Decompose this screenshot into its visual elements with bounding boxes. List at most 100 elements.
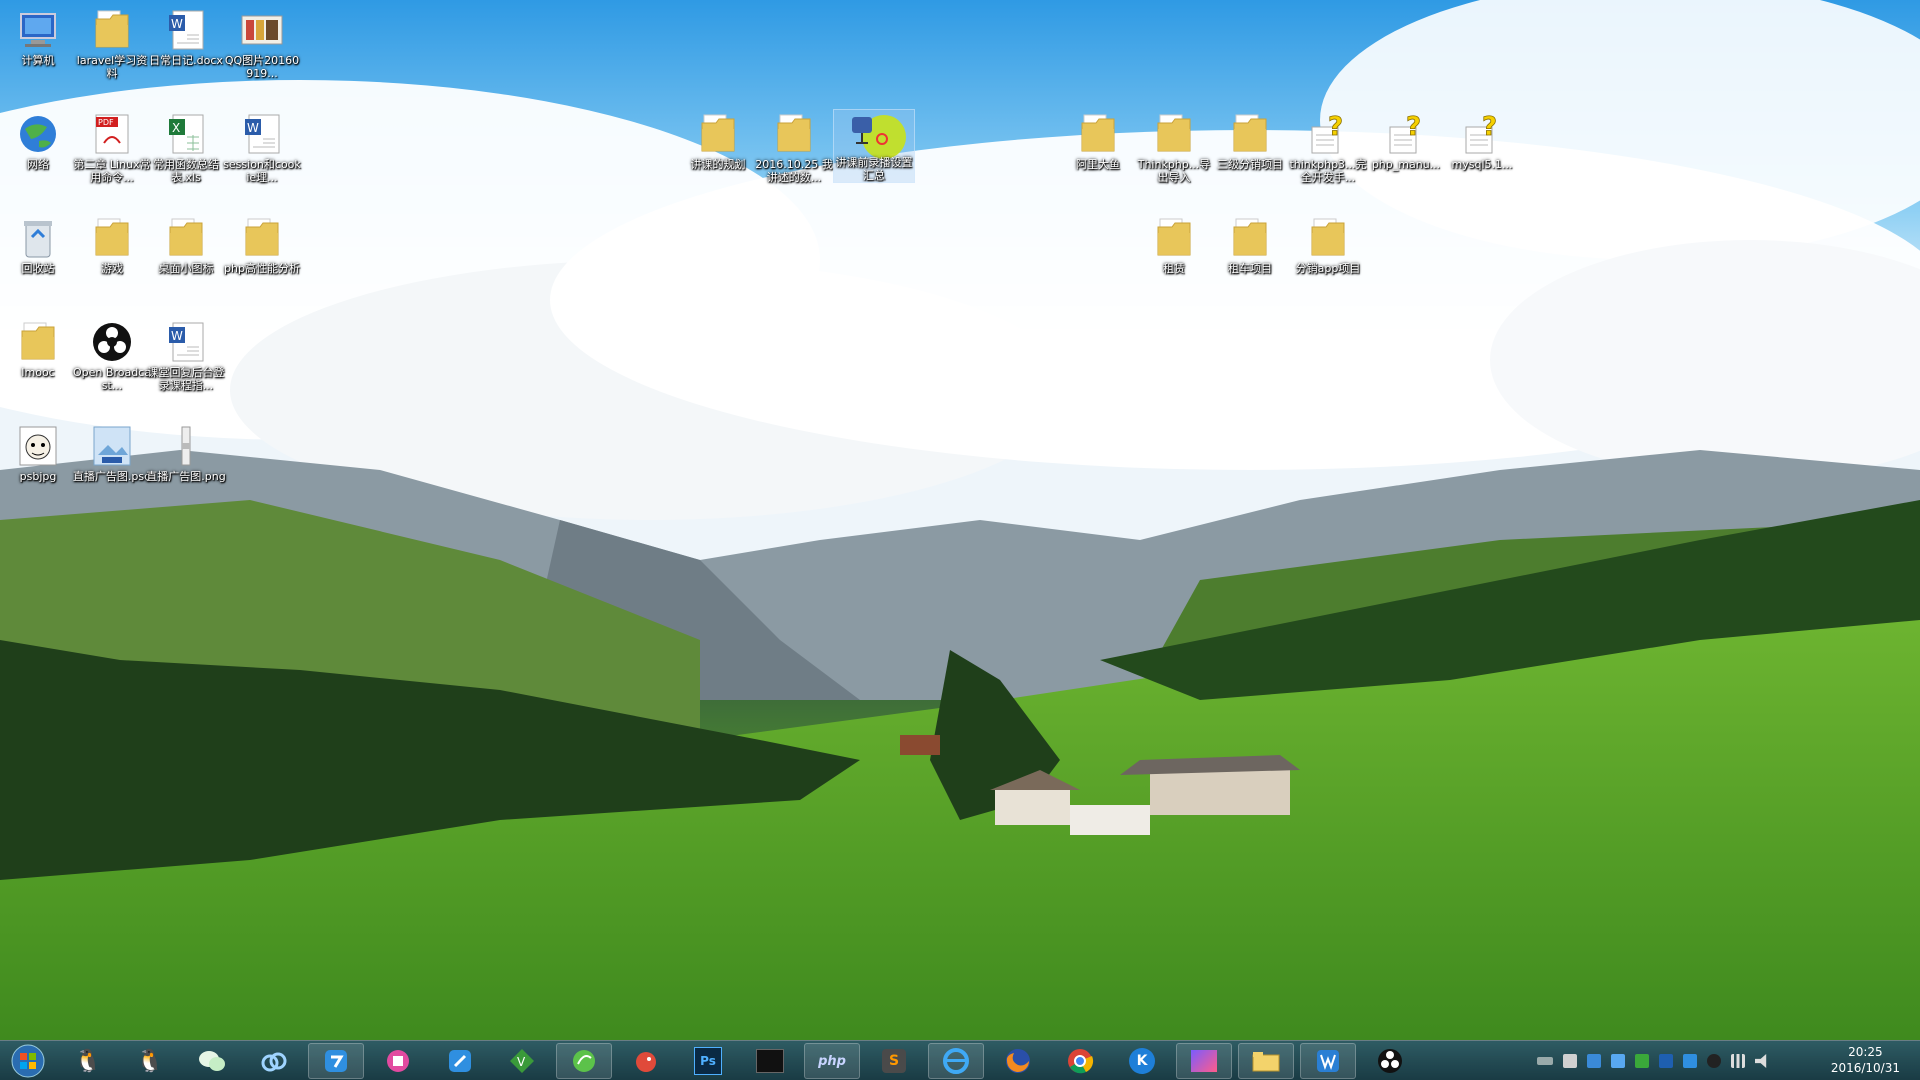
desktop-icon-live-png[interactable]: 直播广告图.png — [146, 424, 226, 483]
php-icon: php — [818, 1053, 846, 1069]
desktop-icon-php-manual[interactable]: ? php_manu... — [1366, 112, 1446, 171]
shield-icon[interactable] — [1587, 1054, 1601, 1068]
taskbar-qq[interactable]: 🐧 — [60, 1043, 116, 1079]
obs-icon — [90, 320, 134, 364]
taskbar-wechat[interactable] — [184, 1043, 240, 1079]
desktop-icon-lesson-doc[interactable]: W 课堂回复后台登录课程指... — [146, 320, 226, 392]
taskbar-firefox[interactable] — [990, 1043, 1046, 1079]
desktop: 计算机 网络 回收站 Imooc psbjpg laravel学习资料 PDF … — [0, 0, 1920, 1080]
network-signal-icon[interactable] — [1731, 1054, 1745, 1068]
word-doc-icon: W — [164, 8, 208, 52]
taskbar-phpstorm[interactable] — [1176, 1043, 1232, 1079]
taskbar-bird[interactable] — [618, 1043, 674, 1079]
desktop-icon-app-project[interactable]: 分销app项目 — [1288, 216, 1368, 275]
folder-explorer-icon — [1252, 1052, 1280, 1072]
sublime-icon: S — [882, 1049, 906, 1073]
desktop-icon-mysql-manual[interactable]: ? mysql5.1... — [1442, 112, 1522, 171]
blue-tray-icon[interactable] — [1659, 1054, 1673, 1068]
folder-icon — [772, 112, 816, 156]
taskbar-obs[interactable] — [1362, 1043, 1418, 1079]
start-button[interactable] — [2, 1043, 54, 1079]
desktop-icon-recycle-bin[interactable]: 回收站 — [0, 216, 78, 275]
taskbar-baidu-netdisk[interactable] — [246, 1043, 302, 1079]
desktop-icon-session-doc[interactable]: W session和cookie理... — [222, 112, 302, 184]
phpstorm-icon — [1191, 1050, 1217, 1072]
chrome-icon — [1068, 1049, 1094, 1074]
desktop-icon-live-psd[interactable]: 直播广告图.psd — [72, 424, 152, 483]
desktop-icon-desktop-small[interactable]: 桌面小图标 — [146, 216, 226, 275]
terminal-icon — [756, 1049, 784, 1073]
taskbar-notes[interactable] — [432, 1043, 488, 1079]
green-tray-icon[interactable] — [1635, 1054, 1649, 1068]
desktop-icon-php-perf[interactable]: php高性能分析 — [222, 216, 302, 275]
desktop-icon-rental-project[interactable]: 租车项目 — [1210, 216, 1290, 275]
desktop-icon-daily-notes[interactable]: W 日常日记.docx — [146, 8, 226, 67]
word-doc-icon: W — [164, 320, 208, 364]
excel-icon: X — [164, 112, 208, 156]
taskbar-photoshop[interactable]: Ps — [680, 1043, 736, 1079]
keyboard-icon[interactable] — [1537, 1057, 1553, 1065]
taskbar: 🐧 🐧 V Ps php S K 20:25 2016/10/31 — [0, 1040, 1920, 1080]
desktop-icon-obs[interactable]: Open Broadcast... — [72, 320, 152, 392]
svg-text:?: ? — [1328, 113, 1343, 142]
desktop-icon-psbjpg[interactable]: psbjpg — [0, 424, 78, 483]
desktop-icon-laravel[interactable]: laravel学习资料 — [72, 8, 152, 80]
desktop-icon-rent[interactable]: 租赁 — [1134, 216, 1214, 275]
recorder-icon — [852, 110, 906, 159]
network-globe-icon — [16, 112, 60, 156]
desktop-icon-network[interactable]: 网络 — [0, 112, 78, 171]
desktop-icon-lecture-plan[interactable]: 讲课的规划 — [678, 112, 758, 171]
folder-icon — [1228, 112, 1272, 156]
taskbar-sublime[interactable]: S — [866, 1043, 922, 1079]
clock[interactable]: 20:25 2016/10/31 — [1831, 1044, 1900, 1076]
speaker-icon[interactable] — [1755, 1054, 1767, 1068]
desktop-icon-imooc[interactable]: Imooc — [0, 320, 78, 379]
taskbar-qq2[interactable]: 🐧 — [122, 1043, 178, 1079]
recycle-bin-icon — [16, 216, 60, 260]
clock-time: 20:25 — [1848, 1045, 1883, 1059]
taskbar-app-pink[interactable] — [370, 1043, 426, 1079]
taskbar-kugou[interactable]: K — [1114, 1043, 1170, 1079]
svg-text:W: W — [171, 329, 183, 343]
pdf-icon: PDF — [90, 112, 134, 156]
qq-penguin-color-icon: 🐧 — [136, 1048, 164, 1074]
desktop-icon-computer[interactable]: 计算机 — [0, 8, 78, 67]
taskbar-app-blue[interactable] — [308, 1043, 364, 1079]
ie-icon — [943, 1048, 969, 1074]
svg-text:V: V — [517, 1055, 526, 1069]
folder-icon — [1076, 112, 1120, 156]
firefox-icon — [1006, 1049, 1030, 1073]
help-doc-icon: ? — [1460, 112, 1504, 156]
folder-icon — [1152, 112, 1196, 156]
desktop-icon-date-folder[interactable]: 2016.10.25 我讲述的数... — [754, 112, 834, 184]
wps-writer-icon — [1317, 1050, 1339, 1072]
app-tray-icon[interactable] — [1563, 1054, 1577, 1068]
desktop-icon-linux-pdf[interactable]: PDF 第二章 Linux常用命令... — [72, 112, 152, 184]
qq-penguin-tray-icon[interactable] — [1707, 1054, 1721, 1068]
desktop-icon-games[interactable]: 游戏 — [72, 216, 152, 275]
taskbar-vim[interactable]: V — [494, 1043, 550, 1079]
taskbar-ie[interactable] — [928, 1043, 984, 1079]
png-file-icon — [164, 424, 208, 468]
svg-text:W: W — [247, 121, 259, 135]
wechat-icon — [199, 1051, 225, 1071]
desktop-icon-functions-xls[interactable]: X 常用函数总结表.xls — [146, 112, 226, 184]
taskbar-terminal[interactable] — [742, 1043, 798, 1079]
clock-date: 2016/10/31 — [1830, 1061, 1900, 1075]
desktop-icon-qq-pic[interactable]: QQ图片20160919... — [222, 8, 302, 80]
taskbar-app-green[interactable] — [556, 1043, 612, 1079]
folder-icon — [1228, 216, 1272, 260]
desktop-icon-aliyun[interactable]: 阿里大鱼 — [1058, 112, 1138, 171]
system-tray — [1532, 1041, 1774, 1080]
taskbar-chrome[interactable] — [1052, 1043, 1108, 1079]
psd-file-icon — [90, 424, 134, 468]
pen-tray-icon[interactable] — [1683, 1054, 1697, 1068]
desktop-icon-lecture-record[interactable]: 讲课前录播设置汇总 — [833, 109, 915, 183]
taskbar-phpstudy[interactable]: php — [804, 1043, 860, 1079]
desktop-icon-thinkphp-manual[interactable]: ? thinkphp3...完全开发手... — [1288, 112, 1368, 184]
desktop-icon-three-level[interactable]: 三级分销项目 — [1210, 112, 1290, 171]
qq-tray-icon[interactable] — [1611, 1054, 1625, 1068]
taskbar-wps[interactable] — [1300, 1043, 1356, 1079]
taskbar-explorer[interactable] — [1238, 1043, 1294, 1079]
desktop-icon-thinkphp-import[interactable]: Thinkphp...导出导入 — [1134, 112, 1214, 184]
